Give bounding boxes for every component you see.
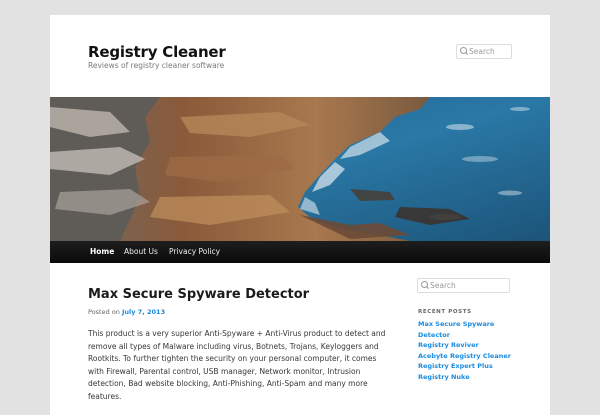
nav-item-privacy-policy[interactable]: Privacy Policy bbox=[169, 241, 220, 263]
recent-post-link[interactable]: Max Secure Spyware Detector bbox=[418, 319, 528, 340]
post-date-link[interactable]: July 7, 2013 bbox=[122, 308, 165, 316]
main-navigation: Home About Us Privacy Policy bbox=[50, 241, 550, 263]
search-icon bbox=[460, 47, 467, 54]
post-body-line: with Firewall, Parental control, USB man… bbox=[88, 366, 361, 376]
sidebar-search-input[interactable] bbox=[430, 280, 490, 291]
post-body-line: This product is a very superior Anti-Spy… bbox=[88, 329, 386, 338]
search-icon bbox=[421, 281, 428, 288]
recent-post-link[interactable]: Registry Reviver bbox=[418, 340, 528, 351]
recent-post-link[interactable]: Registry Nuke bbox=[418, 372, 528, 383]
header-search-box[interactable] bbox=[456, 44, 529, 59]
nav-item-home[interactable]: Home bbox=[90, 241, 114, 263]
nav-item-about-us[interactable]: About Us bbox=[124, 241, 158, 263]
post-body-line: detection, Bad website blocking, Anti-Ph… bbox=[88, 379, 368, 388]
recent-posts-list: Max Secure Spyware Detector Registry Rev… bbox=[418, 319, 528, 382]
recent-posts-heading: Recent Posts bbox=[418, 309, 472, 315]
post-body-line: Rootkits. To further tighten the securit… bbox=[88, 354, 377, 363]
post-title[interactable]: Max Secure Spyware Detector bbox=[88, 287, 309, 302]
site-description: Reviews of registry cleaner software bbox=[88, 61, 225, 70]
recent-post-link[interactable]: Registry Expert Plus bbox=[418, 361, 528, 372]
header-image bbox=[50, 97, 550, 241]
recent-post-link[interactable]: Acebyte Registry Cleaner bbox=[418, 351, 528, 362]
post-body-line: features. bbox=[88, 391, 122, 401]
sidebar-search-box[interactable] bbox=[417, 278, 510, 293]
page: Registry Cleaner Reviews of registry cle… bbox=[50, 15, 550, 415]
coastline-photo bbox=[50, 97, 550, 241]
post-body: This product is a very superior Anti-Spy… bbox=[88, 328, 386, 403]
site-title[interactable]: Registry Cleaner bbox=[88, 43, 226, 61]
post-body-line: remove all types of Malware including vi… bbox=[88, 341, 379, 351]
header-search-input[interactable] bbox=[469, 46, 529, 57]
posted-on-label: Posted on bbox=[88, 308, 120, 316]
post-meta: Posted on July 7, 2013 bbox=[88, 308, 165, 316]
